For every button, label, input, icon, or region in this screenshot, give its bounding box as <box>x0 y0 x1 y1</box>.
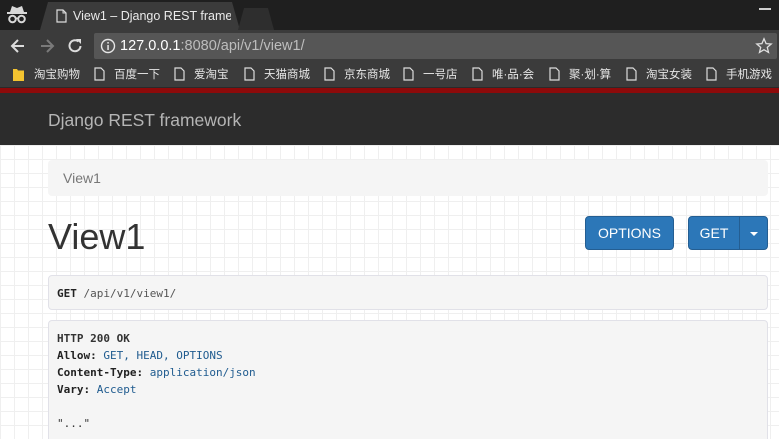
page-icon <box>549 67 560 81</box>
page-icon <box>324 67 335 81</box>
bookmark-item[interactable]: 聚·划·算 <box>549 67 611 83</box>
bookmark-folder[interactable]: 淘宝购物 <box>12 67 80 83</box>
url-text: 127.0.0.1:8080/api/v1/view1/ <box>120 38 305 54</box>
back-icon[interactable] <box>8 36 28 56</box>
page-icon <box>244 67 255 81</box>
browser-tabstrip: View1 – Django REST framew <box>0 0 779 30</box>
tab-title: View1 – Django REST framew <box>73 9 231 23</box>
options-button[interactable]: OPTIONS <box>585 216 674 250</box>
page-icon <box>626 67 637 81</box>
page-title: View1 <box>48 216 146 257</box>
page-icon <box>706 67 717 81</box>
breadcrumb-item[interactable]: View1 <box>63 170 101 186</box>
browser-toolbar: 127.0.0.1:8080/api/v1/view1/ <box>0 30 779 62</box>
bookmark-item[interactable]: 淘宝女装 <box>626 67 692 83</box>
address-bar[interactable]: 127.0.0.1:8080/api/v1/view1/ <box>94 33 777 59</box>
page-icon <box>472 67 483 81</box>
response-info: HTTP 200 OK Allow: GET, HEAD, OPTIONS Co… <box>48 320 768 439</box>
bookmark-item[interactable]: 百度一下 <box>94 67 160 83</box>
info-icon[interactable] <box>100 38 116 54</box>
active-tab[interactable]: View1 – Django REST framew <box>40 2 240 30</box>
request-info: GET /api/v1/view1/ <box>48 275 768 310</box>
response-header: Allow: GET, HEAD, OPTIONS <box>57 349 223 362</box>
incognito-icon <box>7 6 27 24</box>
bookmark-item[interactable]: 一号店 <box>403 67 458 83</box>
bookmarks-bar: 淘宝购物 百度一下 爱淘宝 天猫商城 京东商城 一号店 唯·品·会 聚·划·算 … <box>0 62 779 88</box>
minimize-icon[interactable] <box>751 2 779 16</box>
bookmark-item[interactable]: 京东商城 <box>324 67 390 83</box>
get-button[interactable]: GET <box>688 216 740 250</box>
get-button-label: GET <box>699 225 729 241</box>
reload-icon[interactable] <box>65 36 85 56</box>
response-header: Vary: Accept <box>57 383 137 396</box>
request-method: GET <box>57 287 77 300</box>
bookmark-item[interactable]: 天猫商城 <box>244 67 310 83</box>
page-icon <box>56 9 67 23</box>
page-icon <box>94 67 105 81</box>
options-button-label: OPTIONS <box>597 225 661 241</box>
bookmark-item[interactable]: 唯·品·会 <box>472 67 534 83</box>
request-line: GET /api/v1/view1/ <box>57 287 176 300</box>
bookmark-item[interactable]: 手机游戏 <box>706 67 772 83</box>
brand-link[interactable]: Django REST framework <box>48 110 241 131</box>
response-status: HTTP 200 OK <box>57 332 130 345</box>
bookmark-star-icon[interactable] <box>755 37 773 55</box>
page-content: View1 View1 OPTIONS GET GET /api/v1/view… <box>0 145 779 439</box>
page-icon <box>174 67 185 81</box>
bookmark-item[interactable]: 爱淘宝 <box>174 67 229 83</box>
new-tab-button[interactable] <box>238 8 274 30</box>
response-header: Content-Type: application/json <box>57 366 256 379</box>
request-path: /api/v1/view1/ <box>83 287 177 300</box>
page-icon <box>403 67 414 81</box>
folder-icon <box>13 69 24 81</box>
response-body: "..." <box>57 417 91 430</box>
format-dropdown-toggle[interactable] <box>739 216 768 250</box>
breadcrumb: View1 <box>48 160 768 196</box>
navbar: Django REST framework <box>0 93 779 145</box>
caret-down-icon <box>750 232 758 236</box>
forward-icon[interactable] <box>37 36 57 56</box>
